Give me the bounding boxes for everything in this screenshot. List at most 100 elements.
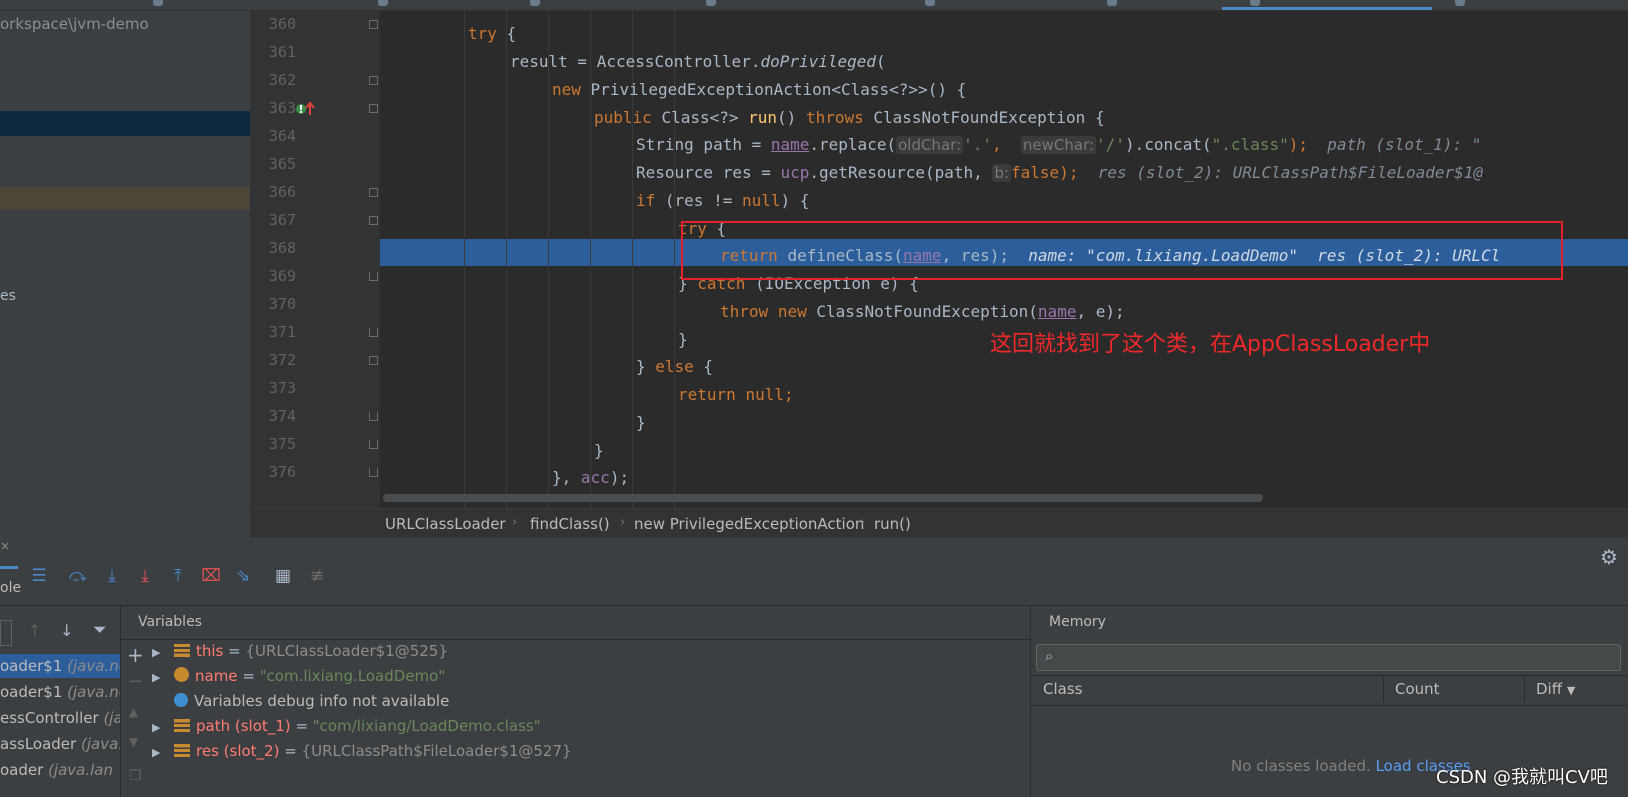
fold-icon[interactable] [369,188,378,197]
menu-lines-icon[interactable]: ☰ [28,565,50,587]
field-icon [174,719,190,732]
fold-icon[interactable] [369,328,378,337]
editor-tab-strip[interactable] [0,0,1628,11]
frames-panel[interactable]: ↑ ↓ ⏷ oader$1 (java.net oader$1 (java.ne… [0,607,120,797]
drop-frame-icon[interactable]: ⌧ [200,565,222,587]
fold-icon[interactable] [369,216,378,225]
trace-stream-icon[interactable]: ≢ [306,565,328,587]
line-number: 373 [268,379,296,397]
project-tree-item[interactable]: es [0,288,16,304]
arrow-up-icon[interactable]: ↑ [28,621,41,640]
file-tab-icon[interactable] [706,0,716,6]
inline-debug-value: res (slot_2): URLClassPath$FileLoader$1@ [1097,163,1484,182]
fold-icon[interactable] [369,412,378,421]
expand-arrow-icon[interactable]: ▶ [152,646,174,659]
line-number: 369 [268,267,296,285]
frame-item[interactable]: oader (java.lan [0,761,113,779]
remove-watch-icon[interactable]: − [128,671,143,692]
variable-row[interactable]: ▶ res (slot_2) = {URLClassPath$FileLoader… [152,742,572,760]
active-tab-indicator [0,566,18,569]
file-tab-icon[interactable] [530,0,540,6]
line-number: 360 [268,15,296,33]
close-icon[interactable]: × [0,539,10,553]
indent-guide [464,11,465,508]
override-method-icon[interactable] [295,101,315,117]
evaluate-expression-icon[interactable]: ▦ [272,565,294,587]
info-icon [174,693,188,707]
step-out-icon[interactable]: ⤒ [167,565,189,587]
column-divider [1524,677,1525,703]
file-tab-icon[interactable] [1250,0,1260,6]
column-header-class[interactable]: Class [1043,680,1082,698]
line-number: 371 [268,323,296,341]
search-icon: ⌕ [1045,647,1054,665]
chevron-right-icon: › [620,515,626,530]
column-header-count[interactable]: Count [1395,680,1440,698]
panel-divider [120,605,121,797]
code-line-372: } else { [636,357,714,376]
editor-horizontal-scrollbar[interactable] [383,494,1263,502]
expand-arrow-icon[interactable]: ▶ [152,746,174,759]
file-tab-icon[interactable] [153,0,163,6]
code-line-362: new PrivilegedExceptionAction<Class<?>>(… [552,80,967,99]
step-into-icon[interactable]: ⤓ [101,565,123,587]
fold-icon[interactable] [369,20,378,29]
frame-item[interactable]: oader$1 (java.net [0,657,120,675]
line-number: 368 [268,239,296,257]
move-down-icon[interactable]: ▼ [129,735,138,749]
thread-dropdown[interactable] [0,620,12,646]
file-tab-icon[interactable] [1455,0,1465,6]
file-tab-icon[interactable] [925,0,935,6]
code-line-363: public Class<?> run() throws ClassNotFou… [594,108,1105,127]
file-tab-icon[interactable] [1107,0,1117,6]
breadcrumb: URLClassLoader › findClass() › new Privi… [250,508,1628,538]
step-over-icon[interactable]: ⤼ [67,565,89,587]
force-step-into-icon[interactable]: ⤓ [134,565,156,587]
project-panel[interactable]: orkspace\jvm-demo es [0,11,250,537]
project-tree-highlighted-row[interactable] [0,187,250,210]
code-line-361: result = AccessController.doPrivileged( [510,52,886,71]
frame-item[interactable]: assLoader (java.n [0,735,120,753]
line-number: 362 [268,71,296,89]
project-tree-selected-row[interactable] [0,111,250,136]
gear-icon[interactable]: ⚙ [1600,545,1618,569]
fold-icon[interactable] [369,356,378,365]
memory-search-input[interactable]: ⌕ [1036,644,1621,671]
arrow-down-icon[interactable]: ↓ [60,621,73,640]
chevron-right-icon: › [512,515,518,530]
run-to-cursor-icon[interactable]: ⇘ [232,565,254,587]
add-watch-icon[interactable]: + [127,643,144,667]
sort-down-icon: ▼ [1566,684,1576,697]
frame-item[interactable]: essController (ja [0,709,120,727]
variable-row[interactable]: ▶ this = {URLClassLoader$1@525} [152,642,448,660]
param-hint: b: [992,164,1012,182]
chevron-right-icon: › [860,515,866,530]
breadcrumb-item[interactable]: new PrivilegedExceptionAction [634,515,864,533]
variable-row[interactable]: ▶ path (slot_1) = "com/lixiang/LoadDemo.c… [152,717,541,735]
breadcrumb-item[interactable]: run() [874,515,911,533]
fold-icon[interactable] [369,76,378,85]
active-tab-indicator [1222,7,1432,10]
copy-icon[interactable]: ❐ [129,768,142,784]
indent-guide [506,11,507,508]
annotation-highlight-box [681,221,1563,280]
breadcrumb-item[interactable]: URLClassLoader [385,515,506,533]
variable-row[interactable]: ▶ name = "com.lixiang.LoadDemo" [152,667,445,685]
frame-item[interactable]: oader$1 (java.net [0,683,120,701]
fold-icon[interactable] [369,440,378,449]
fold-icon[interactable] [369,468,378,477]
expand-arrow-icon[interactable]: ▶ [152,721,174,734]
panel-divider [1031,705,1628,706]
breadcrumb-item[interactable]: findClass() [530,515,610,533]
move-up-icon[interactable]: ▲ [129,705,138,719]
console-tab[interactable]: ole [0,580,21,596]
file-tab-icon[interactable] [378,0,388,6]
line-number: 365 [268,155,296,173]
code-line-364: String path = name.replace(oldChar: '.', … [636,135,1482,154]
column-header-diff[interactable]: Diff ▼ [1536,680,1575,698]
fold-icon[interactable] [369,272,378,281]
filter-icon[interactable]: ⏷ [93,620,107,640]
fold-icon[interactable] [369,104,378,113]
memory-empty-state: No classes loaded. Load classes [1231,757,1471,775]
expand-arrow-icon[interactable]: ▶ [152,671,174,684]
